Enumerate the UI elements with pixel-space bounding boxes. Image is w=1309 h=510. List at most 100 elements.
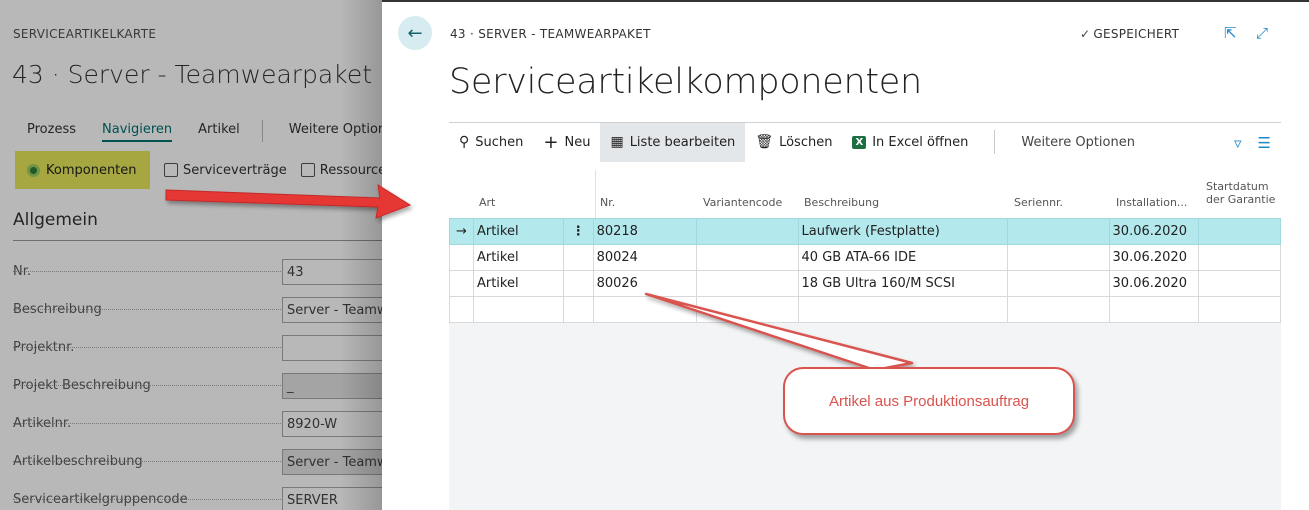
card-tabs: Prozess Navigieren Artikel Weitere Optio… <box>27 120 382 142</box>
table-row[interactable]: Artikel 80026 18 GB Ultra 160/M SCSI 30.… <box>449 270 1281 297</box>
field-label: Artikelbeschreibung <box>13 454 143 469</box>
projekt-beschreibung-value: _ <box>282 373 382 399</box>
col-art-header[interactable]: Art <box>479 196 495 209</box>
field-artikelnr: Artikelnr. 8920-W <box>13 411 382 437</box>
card-caption: SERVICEARTIKELKARTE <box>13 27 157 41</box>
cell-installation[interactable]: 30.06.2020 <box>1108 218 1200 245</box>
cell-serial[interactable] <box>1007 218 1110 245</box>
cell-warranty[interactable] <box>1198 218 1281 245</box>
komponenten-label: Komponenten <box>46 162 137 178</box>
resource-icon <box>300 163 315 177</box>
tab-artikel[interactable]: Artikel <box>198 122 240 142</box>
col-description-header[interactable]: Beschreibung <box>804 196 879 209</box>
cell-art[interactable]: Artikel <box>472 244 564 271</box>
field-label: Projektnr. <box>13 340 75 355</box>
delete-button[interactable]: 🗑 Löschen <box>745 123 842 162</box>
delete-label: Löschen <box>779 134 833 150</box>
artikelnr-input[interactable]: 8920-W <box>282 411 382 437</box>
plus-icon: + <box>543 131 559 153</box>
col-variant-header[interactable]: Variantencode <box>703 196 782 209</box>
card-actions: Komponenten Serviceverträge Ressourcen <box>15 151 382 189</box>
field-projekt-beschreibung: Projekt Beschreibung _ <box>13 373 382 399</box>
card-title: 43 · Server - Teamwearpaket <box>12 60 373 89</box>
table-row-empty[interactable] <box>449 296 1281 323</box>
field-serviceartikelgruppencode: Serviceartikelgruppencode SERVER <box>13 487 382 510</box>
row-menu-icon[interactable]: ⋮ <box>562 218 594 245</box>
row-selector-arrow-icon[interactable]: → <box>449 218 474 245</box>
search-icon: ⚲ <box>459 134 470 150</box>
cell-description[interactable]: Laufwerk (Festplatte) <box>797 218 1009 245</box>
komponenten-button[interactable]: Komponenten <box>15 151 150 189</box>
artikelbeschreibung-value: Server - Teamwearpaket <box>282 449 382 475</box>
toolbar-separator <box>994 130 996 154</box>
cell-warranty[interactable] <box>1198 270 1281 297</box>
search-button[interactable]: ⚲ Suchen <box>449 123 533 162</box>
cell-warranty[interactable] <box>1198 244 1281 271</box>
cell-nr[interactable]: 80218 <box>592 218 698 245</box>
cell-art[interactable]: Artikel <box>472 270 564 297</box>
tab-separator <box>261 120 263 142</box>
more-options-button[interactable]: Weitere Optionen <box>1011 123 1145 162</box>
saved-label: GESPEICHERT <box>1093 27 1180 41</box>
tab-more-options[interactable]: Weitere Optionen <box>289 122 382 142</box>
edit-list-label: Liste bearbeiten <box>629 134 736 150</box>
cell-installation[interactable]: 30.06.2020 <box>1108 244 1200 271</box>
cell-serial[interactable] <box>1007 244 1110 271</box>
col-nr-header[interactable]: Nr. <box>600 196 615 209</box>
cell-variant[interactable] <box>696 244 799 271</box>
tab-navigieren[interactable]: Navigieren <box>102 122 173 142</box>
projektnr-input[interactable] <box>282 335 382 361</box>
table-row[interactable]: Artikel 80024 40 GB ATA-66 IDE 30.06.202… <box>449 244 1281 271</box>
field-artikelbeschreibung: Artikelbeschreibung Server - Teamwearpak… <box>13 449 382 475</box>
field-label: Nr. <box>13 264 32 279</box>
page-title: Serviceartikelkomponenten <box>449 62 922 102</box>
table-row[interactable]: → Artikel ⋮ 80218 Laufwerk (Festplatte) … <box>449 218 1281 245</box>
dialog-caption: 43 · SERVER - TEAMWEARPAKET <box>450 27 651 41</box>
cell-nr[interactable]: 80024 <box>592 244 698 271</box>
servicevertraege-button[interactable]: Serviceverträge <box>164 163 287 178</box>
annotation-callout: Artikel aus Produktionsauftrag <box>783 367 1075 435</box>
col-installation-header[interactable]: Installation... <box>1116 196 1187 209</box>
components-grid: Art Nr. Variantencode Beschreibung Serie… <box>449 170 1281 510</box>
excel-label: In Excel öffnen <box>872 134 969 150</box>
cell-installation[interactable]: 30.06.2020 <box>1108 270 1200 297</box>
cell-nr[interactable]: 80026 <box>592 270 698 297</box>
servicevertraege-label: Serviceverträge <box>183 162 287 178</box>
filter-icon[interactable]: ▿ <box>1234 134 1242 152</box>
expand-icon[interactable]: ⤢ <box>1256 24 1268 42</box>
field-label: Beschreibung <box>13 302 102 317</box>
cell-description[interactable]: 18 GB Ultra 160/M SCSI <box>797 270 1009 297</box>
window-top-border <box>382 0 1309 2</box>
saved-status: ✓ GESPEICHERT <box>1080 27 1179 41</box>
grid-table: → Artikel ⋮ 80218 Laufwerk (Festplatte) … <box>449 218 1281 323</box>
trash-icon: 🗑 <box>755 134 774 150</box>
cell-variant[interactable] <box>696 218 799 245</box>
open-in-excel-button[interactable]: X In Excel öffnen <box>842 123 978 162</box>
list-view-icon[interactable]: ☰ <box>1258 134 1271 152</box>
new-label: Neu <box>564 134 591 150</box>
cell-variant[interactable] <box>696 270 799 297</box>
tab-prozess[interactable]: Prozess <box>27 122 76 142</box>
col-serial-header[interactable]: Seriennr. <box>1014 196 1063 209</box>
new-button[interactable]: + Neu <box>533 123 600 162</box>
nr-input[interactable]: 43 <box>282 259 382 285</box>
background-card: SERVICEARTIKELKARTE 43 · Server - Teamwe… <box>0 0 382 510</box>
open-in-new-window-icon[interactable]: ⇱ <box>1224 24 1237 42</box>
cell-art[interactable]: Artikel <box>472 218 564 245</box>
ressourcen-button[interactable]: Ressourcen <box>300 163 382 178</box>
edit-list-button[interactable]: ▦ Liste bearbeiten <box>600 122 746 162</box>
serviceartikelgruppencode-input[interactable]: SERVER <box>282 487 382 510</box>
cell-serial[interactable] <box>1007 270 1110 297</box>
field-projektnr: Projektnr. <box>13 335 382 361</box>
section-divider <box>13 240 382 241</box>
cell-description[interactable]: 40 GB ATA-66 IDE <box>797 244 1009 271</box>
field-label: Projekt Beschreibung <box>13 378 151 393</box>
beschreibung-input[interactable]: Server - Teamwearpaket <box>282 297 382 323</box>
checkmark-icon: ✓ <box>1080 27 1091 41</box>
back-button[interactable]: ← <box>398 16 432 50</box>
field-nr: Nr. 43 <box>13 259 382 285</box>
section-allgemein[interactable]: Allgemein <box>13 210 98 230</box>
field-label: Artikelnr. <box>13 416 72 431</box>
arrow-left-icon: ← <box>407 22 423 44</box>
col-warranty-header[interactable]: Startdatum der Garantie <box>1206 180 1275 206</box>
